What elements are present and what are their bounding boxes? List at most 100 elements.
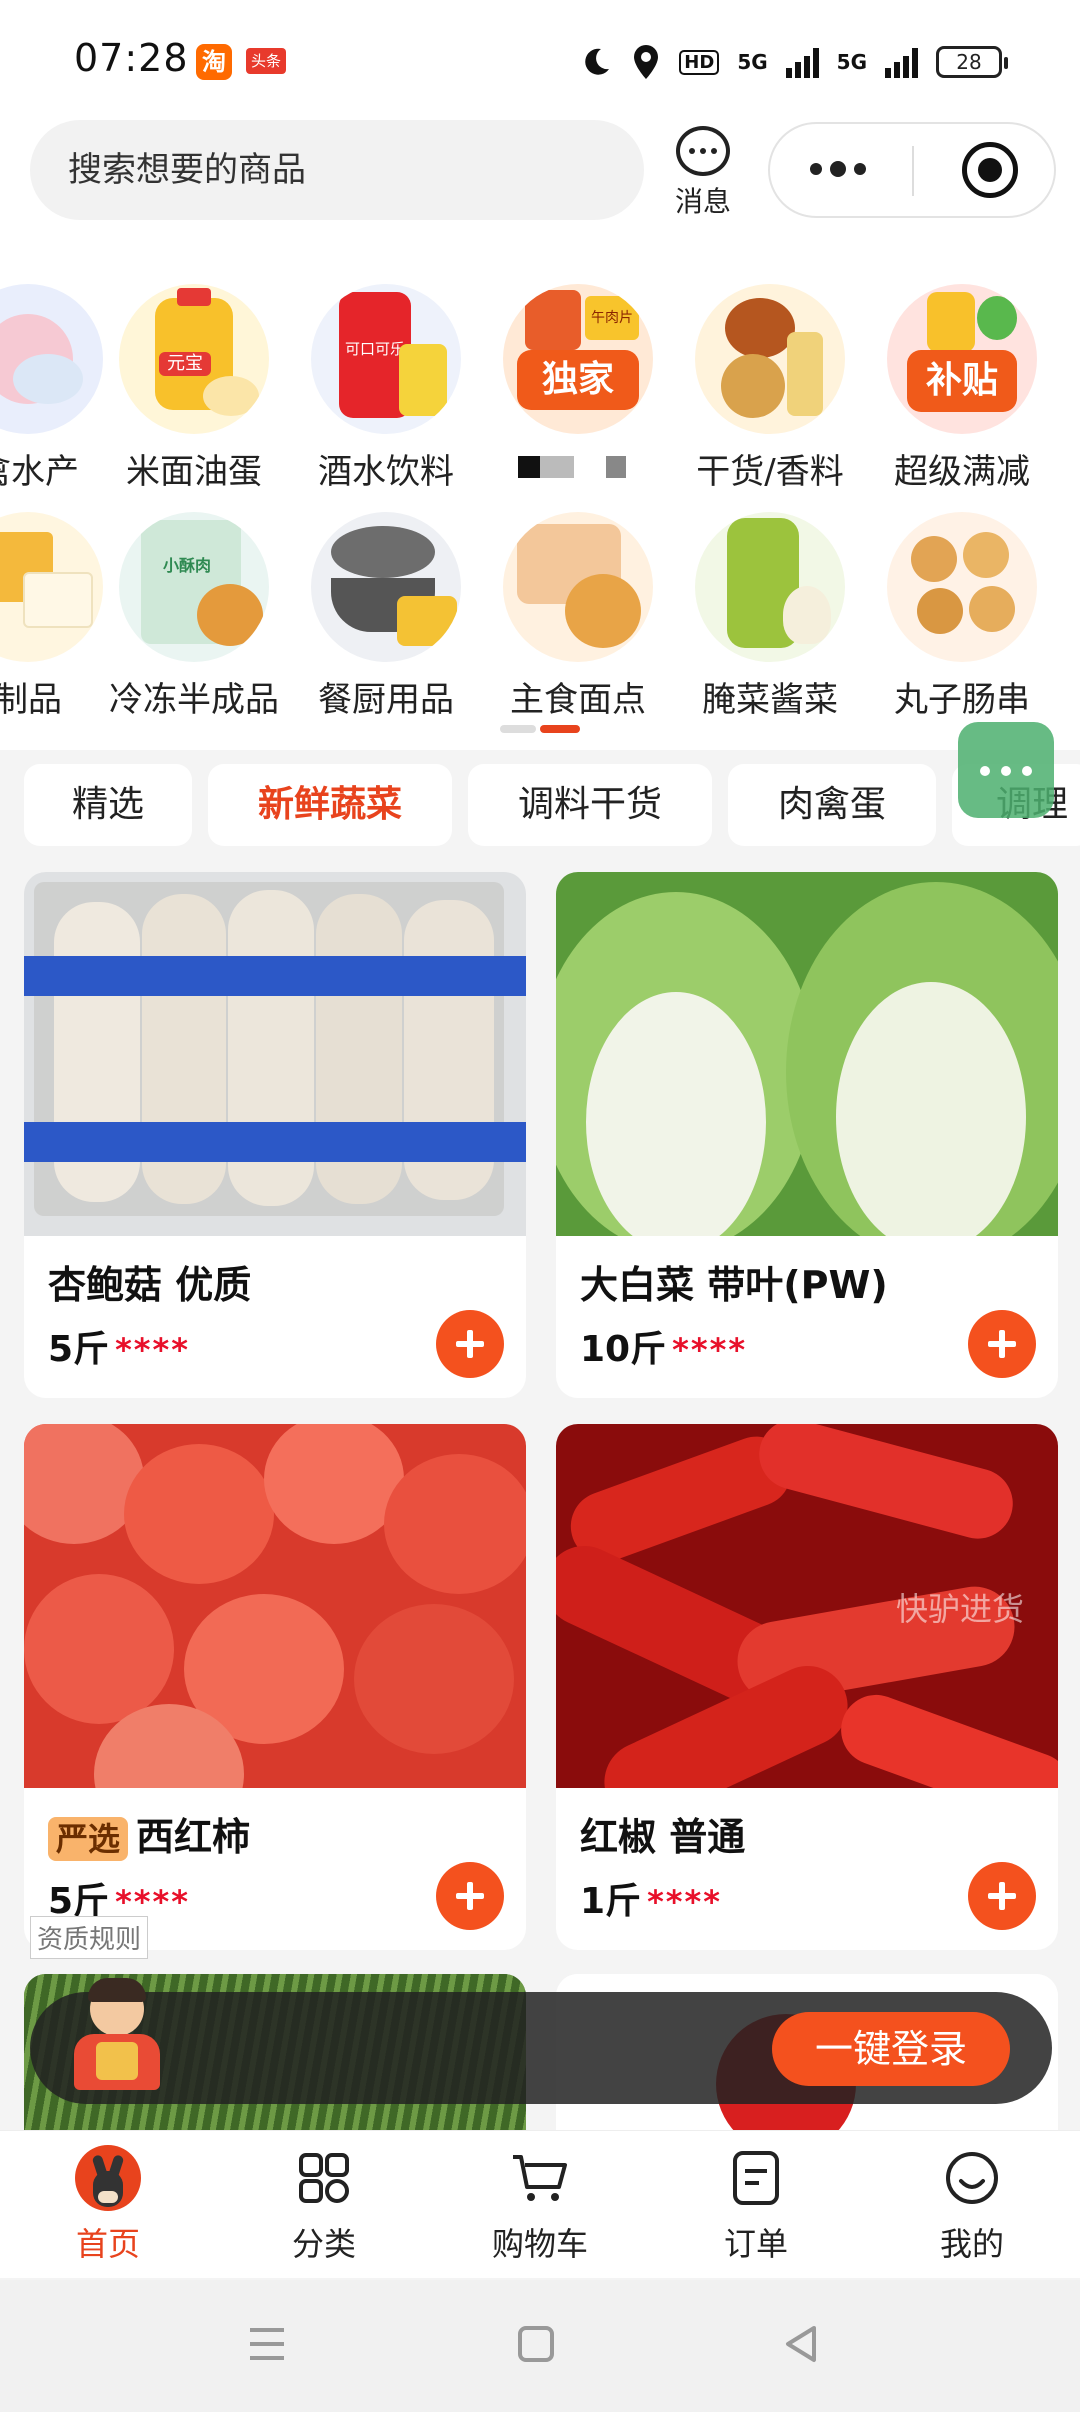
nav-label: 首页 bbox=[75, 2225, 140, 2263]
tab-featured[interactable]: 精选 bbox=[24, 764, 192, 846]
category-label-redacted bbox=[488, 444, 668, 492]
product-image-red-pepper: 快驴进货 bbox=[556, 1424, 1058, 1788]
product-card[interactable]: 快驴进货 红椒 普通 1斤 **** bbox=[556, 1424, 1058, 1950]
product-tabs: 精选 新鲜蔬菜 调料干货 肉禽蛋 调理 bbox=[0, 750, 1080, 860]
category-label: 冷冻半成品 bbox=[109, 680, 279, 720]
category-kitchenware[interactable]: 餐厨用品 bbox=[296, 512, 476, 721]
product-price-masked: **** bbox=[115, 1331, 190, 1369]
one-click-login-button[interactable]: 一键登录 bbox=[772, 2012, 1010, 2086]
category-label: 酒水饮料 bbox=[318, 452, 454, 492]
signal-bars-icon-2 bbox=[885, 46, 918, 78]
category-drinks[interactable]: 可口可乐 酒水饮料 bbox=[296, 284, 476, 493]
exclusive-promo-image: 午肉片 独家 bbox=[503, 284, 653, 434]
pickle-jar-image bbox=[695, 512, 845, 662]
category-label: 丸子肠串 bbox=[894, 680, 1030, 720]
add-to-cart-button[interactable] bbox=[968, 1310, 1036, 1378]
nav-orders[interactable]: 订单 bbox=[686, 2145, 826, 2265]
category-dry-goods[interactable]: 干货/香料 bbox=[680, 284, 860, 493]
category-frozen[interactable]: 小酥肉 冷冻半成品 bbox=[104, 512, 284, 721]
nav-label: 分类 bbox=[291, 2225, 356, 2263]
dumplings-image bbox=[503, 512, 653, 662]
login-prompt-bar: 一键登录 bbox=[30, 1978, 1052, 2104]
category-exclusive[interactable]: 午肉片 独家 bbox=[488, 284, 668, 492]
more-dots-icon[interactable] bbox=[810, 154, 890, 184]
back-triangle-icon[interactable] bbox=[780, 2322, 820, 2366]
location-icon bbox=[634, 45, 659, 79]
category-label: 腌菜酱菜 bbox=[702, 680, 838, 720]
oil-bottle-image: 元宝 bbox=[119, 284, 269, 434]
add-to-cart-button[interactable] bbox=[968, 1862, 1036, 1930]
donkey-home-icon bbox=[75, 2145, 141, 2211]
category-label: 米面油蛋 bbox=[126, 452, 262, 492]
nav-home[interactable]: 首页 bbox=[38, 2145, 178, 2265]
nav-mine[interactable]: 我的 bbox=[902, 2145, 1042, 2265]
category-rice-oil-egg[interactable]: 元宝 米面油蛋 bbox=[104, 284, 284, 493]
category-products[interactable]: 制品 bbox=[0, 512, 118, 721]
nav-label: 订单 bbox=[723, 2225, 788, 2263]
product-qty-value: 1斤 bbox=[580, 1881, 642, 1922]
product-name: 严选 西红柿 bbox=[48, 1806, 250, 1861]
tab-fresh-vegetables[interactable]: 新鲜蔬菜 bbox=[208, 764, 452, 846]
capsule-divider bbox=[912, 146, 914, 196]
category-meatballs[interactable]: 丸子肠串 bbox=[872, 512, 1052, 721]
category-label: 主食面点 bbox=[510, 680, 646, 720]
home-square-icon[interactable] bbox=[516, 2324, 556, 2364]
subsidy-promo-image: 补贴 bbox=[887, 284, 1037, 434]
menu-icon[interactable] bbox=[246, 2324, 288, 2364]
category-seafood[interactable]: 禽水产 bbox=[0, 284, 118, 493]
signal-5g-label-2: 5G bbox=[836, 50, 867, 74]
order-icon bbox=[723, 2145, 789, 2211]
grid-icon bbox=[291, 2145, 357, 2211]
category-label: 超级满减 bbox=[894, 452, 1030, 492]
category-staple-pastry[interactable]: 主食面点 bbox=[488, 512, 668, 721]
tab-seasoning-dry[interactable]: 调料干货 bbox=[468, 764, 712, 846]
miniapp-capsule bbox=[768, 122, 1056, 218]
search-input[interactable]: 搜索想要的商品 bbox=[30, 120, 644, 220]
product-card[interactable]: 杏鲍菇 优质 5斤 **** bbox=[24, 872, 526, 1398]
subsidy-badge: 补贴 bbox=[907, 350, 1017, 412]
hd-icon: HD bbox=[679, 49, 720, 75]
add-to-cart-button[interactable] bbox=[436, 1310, 504, 1378]
bottom-nav: 首页 分类 购物车 订单 我的 bbox=[0, 2130, 1080, 2278]
nav-cart[interactable]: 购物车 bbox=[470, 2145, 610, 2265]
chat-bubble-icon bbox=[676, 126, 730, 176]
product-image-napa-cabbage bbox=[556, 872, 1058, 1236]
exclusive-badge: 独家 bbox=[517, 350, 639, 410]
tab-meat-poultry-egg[interactable]: 肉禽蛋 bbox=[728, 764, 936, 846]
watermark-text: 快驴进货 bbox=[896, 1590, 1025, 1628]
seafood-image bbox=[0, 284, 103, 434]
close-miniapp-icon[interactable] bbox=[962, 142, 1018, 198]
moon-icon bbox=[585, 48, 610, 75]
category-label: 干货/香料 bbox=[696, 452, 844, 492]
signal-bars-icon bbox=[785, 46, 819, 78]
category-pickles[interactable]: 腌菜酱菜 bbox=[680, 512, 860, 721]
containers-image bbox=[311, 512, 461, 662]
product-card[interactable]: 大白菜 带叶(PW) 10斤 **** bbox=[556, 872, 1058, 1398]
floating-more-button[interactable] bbox=[958, 722, 1054, 818]
product-quantity: 10斤 **** bbox=[580, 1320, 747, 1372]
status-time: 07:28 bbox=[74, 36, 189, 80]
nav-category[interactable]: 分类 bbox=[254, 2145, 394, 2265]
product-price-masked: **** bbox=[672, 1331, 748, 1369]
category-label: 制品 bbox=[0, 680, 62, 720]
cart-icon bbox=[507, 2145, 573, 2211]
product-card[interactable]: 严选 西红柿 5斤 **** bbox=[24, 1424, 526, 1950]
meatballs-image bbox=[887, 512, 1037, 662]
tofu-image bbox=[0, 512, 103, 662]
category-label: 餐厨用品 bbox=[318, 680, 454, 720]
top-header: 搜索想要的商品 消息 bbox=[0, 100, 1080, 240]
category-discount[interactable]: 补贴 超级满减 bbox=[872, 284, 1052, 493]
mascot-avatar bbox=[60, 1978, 170, 2104]
add-to-cart-button[interactable] bbox=[436, 1862, 504, 1930]
small-pork-label: 小酥肉 bbox=[162, 556, 211, 575]
qualification-rules-link[interactable]: 资质规则 bbox=[30, 1916, 149, 1959]
message-label: 消息 bbox=[674, 185, 731, 218]
message-button[interactable]: 消息 bbox=[668, 126, 738, 218]
product-image-king-oyster-mushroom bbox=[24, 872, 526, 1236]
product-quantity: 5斤 **** bbox=[48, 1320, 190, 1372]
product-image-tomato bbox=[24, 1424, 526, 1788]
product-name-text: 西红柿 bbox=[136, 1815, 251, 1859]
product-qty-value: 10斤 bbox=[580, 1329, 667, 1370]
nav-label: 我的 bbox=[939, 2225, 1004, 2263]
cola-can-image: 可口可乐 bbox=[311, 284, 461, 434]
